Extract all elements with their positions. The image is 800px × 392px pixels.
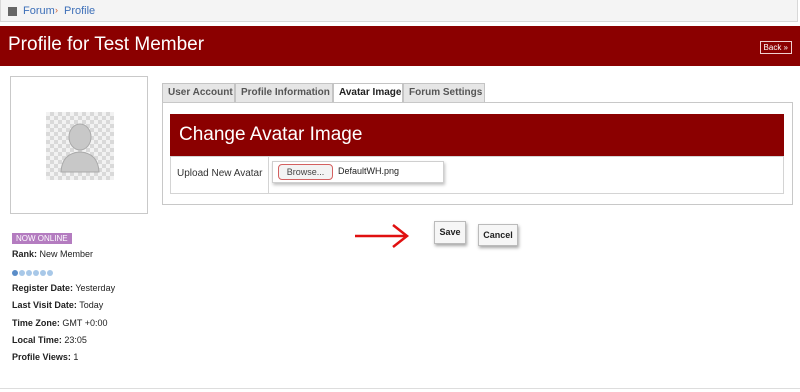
time-zone-label: Time Zone: (12, 318, 60, 328)
tab-profile-information[interactable]: Profile Information (235, 83, 333, 102)
page-header: Profile for Test Member Back » (0, 26, 800, 66)
tab-user-account[interactable]: User Account (162, 83, 235, 102)
local-time-value: 23:05 (64, 335, 87, 345)
rank-indicator (12, 267, 54, 279)
save-button[interactable]: Save (434, 221, 466, 244)
page-title: Profile for Test Member (8, 34, 205, 55)
rank-dot (47, 270, 53, 276)
status-badge: NOW ONLINE (12, 233, 72, 244)
time-zone-value: GMT +0:00 (62, 318, 108, 328)
profile-views-label: Profile Views: (12, 352, 71, 362)
back-button[interactable]: Back » (759, 41, 792, 54)
register-date-value: Yesterday (75, 283, 116, 293)
last-visit-value: Today (79, 300, 104, 310)
tab-avatar-image[interactable]: Avatar Image (333, 83, 403, 103)
rank-dot (12, 270, 18, 276)
breadcrumb-separator-icon: › (55, 5, 58, 15)
register-date-label: Register Date: (12, 283, 74, 293)
last-visit-label: Last Visit Date: (12, 300, 77, 310)
upload-row: Upload New Avatar Browse... DefaultWH.pn… (170, 156, 784, 194)
rank-dot (33, 270, 39, 276)
browse-button[interactable]: Browse... (278, 164, 333, 180)
rank-dot (26, 270, 32, 276)
cancel-button[interactable]: Cancel (478, 224, 518, 246)
rank-label: Rank: (12, 249, 38, 259)
breadcrumb: Forum › Profile (0, 0, 798, 22)
selected-file-name: DefaultWH.png (338, 166, 400, 176)
rank-dot (40, 270, 46, 276)
time-zone-line: Time Zone: GMT +0:00 (12, 318, 107, 328)
panel-header: Change Avatar Image (170, 114, 784, 156)
panel-title: Change Avatar Image (179, 124, 363, 145)
upload-label: Upload New Avatar (177, 168, 263, 179)
default-user-icon (60, 123, 100, 173)
home-icon[interactable] (8, 7, 17, 16)
divider (268, 157, 269, 193)
avatar-panel: Change Avatar Image Upload New Avatar Br… (162, 102, 793, 205)
local-time-label: Local Time: (12, 335, 62, 345)
avatar-file-input[interactable]: Browse... DefaultWH.png (272, 161, 444, 183)
tab-forum-settings[interactable]: Forum Settings (403, 83, 485, 102)
profile-views-line: Profile Views: 1 (12, 352, 78, 362)
last-visit-line: Last Visit Date: Today (12, 300, 103, 310)
rank-line: Rank: New Member (12, 249, 93, 259)
avatar (46, 112, 114, 180)
divider (0, 388, 800, 389)
rank-dot (19, 270, 25, 276)
breadcrumb-forum-link[interactable]: Forum (23, 5, 55, 17)
red-arrow-icon (355, 224, 410, 248)
register-date-line: Register Date: Yesterday (12, 283, 115, 293)
profile-views-value: 1 (73, 352, 79, 362)
avatar-frame (10, 76, 148, 214)
breadcrumb-profile-link[interactable]: Profile (64, 5, 95, 17)
local-time-line: Local Time: 23:05 (12, 335, 87, 345)
rank-value: New Member (39, 249, 94, 259)
